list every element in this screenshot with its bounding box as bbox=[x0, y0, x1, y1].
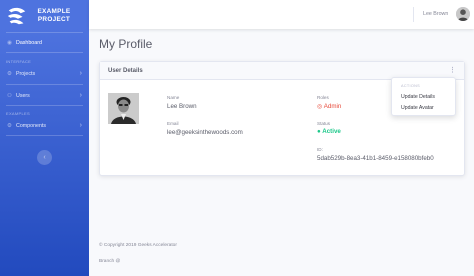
sidebar-item-dashboard[interactable]: ◉ Dashboard bbox=[0, 36, 89, 49]
dropdown-header: ACTIONS bbox=[401, 84, 420, 88]
chevron-right-icon: › bbox=[79, 92, 82, 99]
sidebar-item-label: Components bbox=[16, 122, 47, 129]
gear-icon: ⚙ bbox=[7, 70, 12, 77]
chevron-right-icon: › bbox=[79, 70, 82, 77]
page-title: My Profile bbox=[99, 37, 153, 51]
update-details-menu-item[interactable]: Update Details bbox=[392, 92, 455, 103]
avatar-photo-icon bbox=[456, 7, 470, 21]
sidebar-divider bbox=[6, 52, 83, 53]
sidebar-divider bbox=[6, 135, 83, 136]
sidebar-item-label: Users bbox=[16, 92, 30, 99]
email-label: Email bbox=[167, 121, 179, 126]
sidebar-divider bbox=[6, 105, 83, 106]
gear-icon: ⚙ bbox=[7, 122, 12, 129]
email-value: lee@geeksinthewoods.com bbox=[167, 129, 243, 136]
brand-line2: PROJECT bbox=[37, 16, 71, 23]
sidebar-divider bbox=[6, 84, 83, 85]
sidebar-divider bbox=[6, 32, 83, 33]
brand-line1: EXAMPLE bbox=[37, 8, 71, 15]
topbar-divider bbox=[413, 7, 414, 22]
id-value: 5dab529b-8ea3-41b1-8459-e158080bfeb0 bbox=[317, 155, 434, 162]
update-avatar-menu-item[interactable]: Update Avatar bbox=[392, 103, 455, 114]
sidebar-item-label: Projects bbox=[16, 70, 36, 77]
chevron-left-icon: ‹ bbox=[43, 154, 46, 161]
id-label: ID: bbox=[317, 147, 323, 152]
users-icon: ⚇ bbox=[7, 92, 12, 99]
chevron-right-icon: › bbox=[79, 122, 82, 129]
sidebar: EXAMPLE PROJECT ◉ Dashboard INTERFACE ⚙ … bbox=[0, 0, 89, 276]
brand[interactable]: EXAMPLE PROJECT bbox=[0, 0, 89, 32]
topbar-user-name[interactable]: Lee Brown bbox=[423, 11, 448, 17]
sidebar-item-projects[interactable]: ⚙ Projects › bbox=[0, 67, 89, 80]
name-label: Name bbox=[167, 95, 180, 100]
check-circle-icon: ● bbox=[317, 128, 321, 135]
profile-photo-image-icon bbox=[108, 93, 139, 124]
dashboard-icon: ◉ bbox=[7, 39, 12, 46]
topbar: Lee Brown bbox=[89, 0, 474, 29]
sidebar-item-components[interactable]: ⚙ Components › bbox=[0, 119, 89, 132]
role-value: Admin bbox=[323, 103, 342, 110]
user-circle-icon: ◎ bbox=[317, 103, 323, 110]
card-title: User Details bbox=[108, 68, 143, 74]
roles-label: Roles bbox=[317, 95, 329, 100]
brand-text: EXAMPLE PROJECT bbox=[34, 8, 74, 24]
sidebar-toggle-button[interactable]: ‹ bbox=[37, 150, 52, 165]
sidebar-item-users[interactable]: ⚇ Users › bbox=[0, 89, 89, 102]
status-value: Active bbox=[322, 128, 341, 135]
sidebar-heading-examples: EXAMPLES bbox=[6, 111, 30, 116]
status-label: Status bbox=[317, 121, 331, 126]
status-badge: ● Active bbox=[317, 128, 341, 135]
sidebar-heading-interface: INTERFACE bbox=[6, 59, 32, 64]
role-badge: ◎ Admin bbox=[317, 103, 341, 110]
sidebar-item-label: Dashboard bbox=[16, 39, 42, 46]
footer-copyright: © Copyright 2019 Geeks Accelerator bbox=[99, 243, 177, 248]
brand-logo-icon bbox=[7, 7, 26, 25]
name-value: Lee Brown bbox=[167, 103, 197, 110]
footer-branch: Branch @ bbox=[99, 259, 121, 264]
user-avatar[interactable] bbox=[456, 7, 470, 21]
actions-dropdown: ACTIONS Update Details Update Avatar bbox=[391, 77, 456, 116]
profile-photo bbox=[108, 93, 139, 124]
